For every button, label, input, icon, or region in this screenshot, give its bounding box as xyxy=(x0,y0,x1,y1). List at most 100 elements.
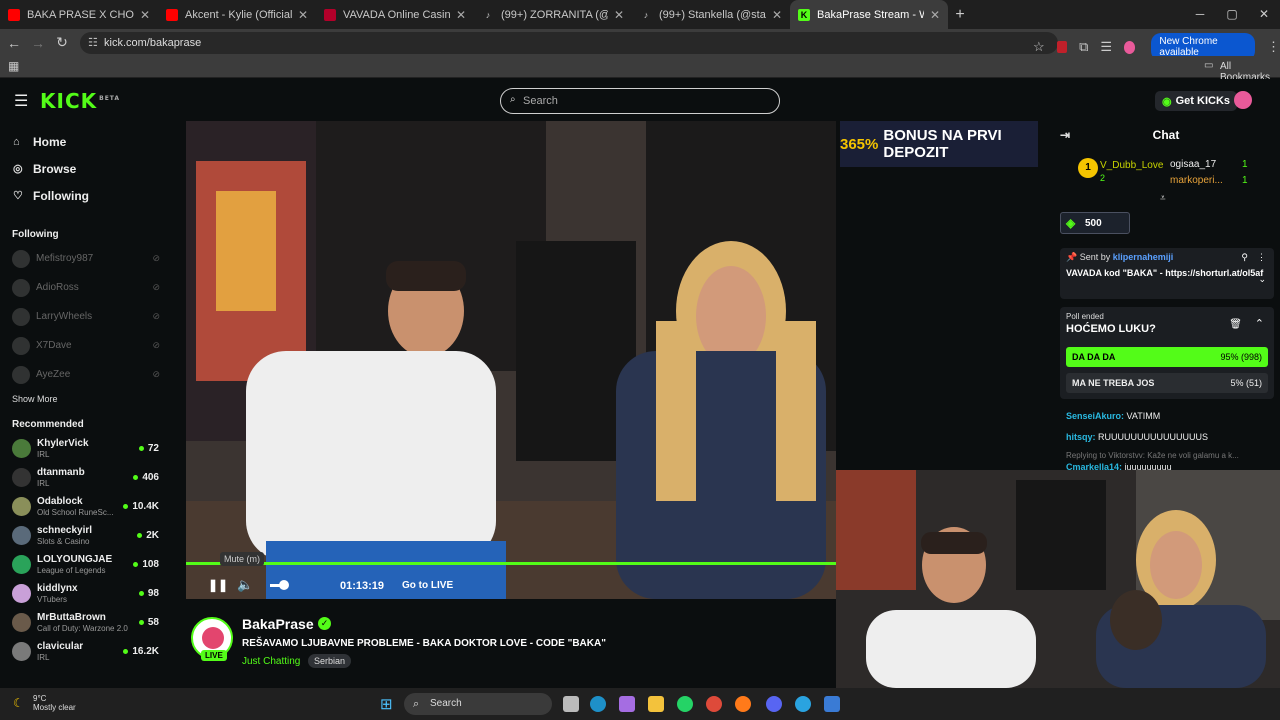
close-tab-icon[interactable]: ✕ xyxy=(298,8,308,22)
offline-icon: ⊘ xyxy=(152,340,160,350)
avatar xyxy=(12,278,30,297)
extension-red-icon[interactable] xyxy=(1056,41,1068,53)
chevron-up-icon[interactable]: ⌃ xyxy=(1255,317,1264,330)
new-tab-button[interactable]: + xyxy=(948,6,972,24)
back-icon[interactable]: ← xyxy=(2,35,26,51)
bonus-banner[interactable]: 365% BONUS NA PRVI DEPOZIT xyxy=(840,121,1038,167)
extensions-icon[interactable]: ⧉ xyxy=(1079,39,1088,55)
pause-icon[interactable]: ❚❚ xyxy=(208,578,228,592)
recommended-item[interactable]: Odablock Old School RuneSc... 10.4K xyxy=(0,492,172,521)
firefox-icon[interactable] xyxy=(735,696,751,712)
reload-icon[interactable]: ↻ xyxy=(50,34,74,51)
volume-knob[interactable] xyxy=(279,580,289,590)
telegram-icon[interactable] xyxy=(795,696,811,712)
unpin-icon[interactable]: ⚲ xyxy=(1241,252,1248,263)
site-info-icon[interactable]: ☷ xyxy=(88,36,98,49)
kick-logo[interactable]: KICK BETA xyxy=(40,89,120,113)
close-window-icon[interactable]: ✕ xyxy=(1248,0,1280,29)
chevron-down-icon[interactable]: ⌄ xyxy=(1258,274,1266,285)
browser-tab[interactable]: Akcent - Kylie (Official Video) -✕ xyxy=(158,0,316,29)
search-input[interactable]: ⌕ Search xyxy=(500,88,780,114)
following-item[interactable]: LarryWheels ⊘ xyxy=(0,302,172,331)
nav-home[interactable]: ⌂ Home xyxy=(0,128,172,155)
pinned-message: 📌 Sent by klipernahemiji VAVADA kod "BAK… xyxy=(1060,248,1274,299)
copilot-icon[interactable] xyxy=(619,696,635,712)
avatar xyxy=(12,249,30,268)
weather-icon: ☾ xyxy=(13,696,24,710)
stream-title: REŠAVAMO LJUBAVNE PROBLEME - BAKA DOKTOR… xyxy=(242,638,606,649)
minimize-icon[interactable]: ─ xyxy=(1184,0,1216,29)
recommended-item[interactable]: MrButtaBrown Call of Duty: Warzone 2.0 58 xyxy=(0,608,172,637)
more-icon[interactable]: ⋮ xyxy=(1257,252,1266,263)
go-to-live-button[interactable]: Go to LIVE xyxy=(402,580,453,591)
close-tab-icon[interactable]: ✕ xyxy=(614,8,624,22)
top-gifter-name[interactable]: V_Dubb_Love xyxy=(1100,160,1163,171)
pin-icon: 📌 xyxy=(1066,252,1078,262)
trash-icon[interactable]: 🗑 xyxy=(1229,319,1242,330)
collapse-chat-icon[interactable]: ⇥ xyxy=(1060,121,1070,149)
close-tab-icon[interactable]: ✕ xyxy=(140,8,150,22)
get-kicks-button[interactable]: ◉ Get KICKs xyxy=(1155,91,1238,111)
bookmark-star-icon[interactable]: ☆ xyxy=(1033,39,1045,55)
browser-tab-active[interactable]: KBakaPrase Stream - Watch✕ xyxy=(790,0,948,29)
recommended-item[interactable]: dtanmanb IRL 406 xyxy=(0,463,172,492)
avatar xyxy=(12,642,31,661)
weather-widget[interactable]: 9°C Mostly clear xyxy=(33,694,76,712)
menu-icon[interactable]: ☰ xyxy=(14,91,28,111)
show-more-link[interactable]: Show More xyxy=(0,389,172,409)
kicks-badge[interactable]: ◈ 500 xyxy=(1060,212,1130,234)
home-icon: ⌂ xyxy=(13,135,20,148)
poll-option: MA NE TREBA JOS 5% (51) xyxy=(1066,373,1268,393)
browser-tab[interactable]: ♪(99+) ZORRANITA (@zoranita) |✕ xyxy=(474,0,632,29)
volume-icon[interactable]: 🔈 xyxy=(237,577,253,593)
avatar xyxy=(12,526,31,545)
user-avatar[interactable] xyxy=(1234,91,1252,109)
recommended-item[interactable]: KhylerVick IRL 72 xyxy=(0,434,172,463)
following-item[interactable]: AyeZee ⊘ xyxy=(0,360,172,389)
close-tab-icon[interactable]: ✕ xyxy=(930,8,940,22)
windows-start-icon[interactable]: ⊞ xyxy=(380,695,393,713)
reply-reference: Replying to Viktorstvv: Kaže ne voli gal… xyxy=(1066,451,1239,460)
recommended-item[interactable]: LOLYOUNGJAE League of Legends 108 xyxy=(0,550,172,579)
apps-grid-icon[interactable]: ▦ xyxy=(8,59,19,73)
browser-tab[interactable]: BAKA PRASE X CHODA - BETMI✕ xyxy=(0,0,158,29)
app-icon[interactable] xyxy=(824,696,840,712)
following-item[interactable]: Mefistroy987 ⊘ xyxy=(0,244,172,273)
following-item[interactable]: AdioRoss ⊘ xyxy=(0,273,172,302)
recommended-item[interactable]: kiddlynx VTubers 98 xyxy=(0,579,172,608)
language-tag[interactable]: Serbian xyxy=(308,654,352,668)
maximize-icon[interactable]: ▢ xyxy=(1216,0,1248,29)
profile-icon[interactable] xyxy=(1124,40,1136,54)
discord-icon[interactable] xyxy=(766,696,782,712)
menu-dots-icon[interactable]: ⋮ xyxy=(1267,39,1280,55)
following-item[interactable]: X7Dave ⊘ xyxy=(0,331,172,360)
forward-icon[interactable]: → xyxy=(26,35,50,51)
time-display: 01:13:19 xyxy=(340,580,385,592)
avatar xyxy=(12,336,30,355)
expand-icon[interactable]: ⩡ xyxy=(1160,193,1166,204)
reading-list-icon[interactable]: ☰ xyxy=(1100,39,1112,55)
file-explorer-icon[interactable] xyxy=(648,696,664,712)
browser-tab[interactable]: VAVADA Online Casino ✕ xyxy=(316,0,474,29)
nav-following[interactable]: ♡ Following xyxy=(0,182,172,209)
video-player[interactable] xyxy=(186,121,836,599)
youtube-icon xyxy=(166,8,178,21)
taskbar-search[interactable]: ⌕ Search xyxy=(404,693,552,715)
channel-name[interactable]: BakaPrase xyxy=(242,616,314,632)
sidebar: ⌂ Home ◎ Browse ♡ Following Following Mefis… xyxy=(0,121,172,688)
chrome-icon[interactable] xyxy=(706,696,722,712)
task-view-icon[interactable] xyxy=(563,696,579,712)
top-gifter-badge: 1 xyxy=(1078,158,1098,178)
recommended-item[interactable]: clavicular IRL 16.2K xyxy=(0,637,172,666)
category-link[interactable]: Just Chatting xyxy=(242,656,300,667)
url-bar[interactable]: ☷ kick.com/bakaprase xyxy=(80,32,1058,54)
close-tab-icon[interactable]: ✕ xyxy=(772,8,782,22)
progress-bar[interactable] xyxy=(186,562,836,565)
edge-icon[interactable] xyxy=(590,696,606,712)
search-icon: ⌕ xyxy=(510,94,516,105)
whatsapp-icon[interactable] xyxy=(677,696,693,712)
recommended-item[interactable]: schneckyirl Slots & Casino 2K xyxy=(0,521,172,550)
browser-tab[interactable]: ♪(99+) Stankella (@stankella) | Ti✕ xyxy=(632,0,790,29)
nav-browse[interactable]: ◎ Browse xyxy=(0,155,172,182)
close-tab-icon[interactable]: ✕ xyxy=(456,8,466,22)
